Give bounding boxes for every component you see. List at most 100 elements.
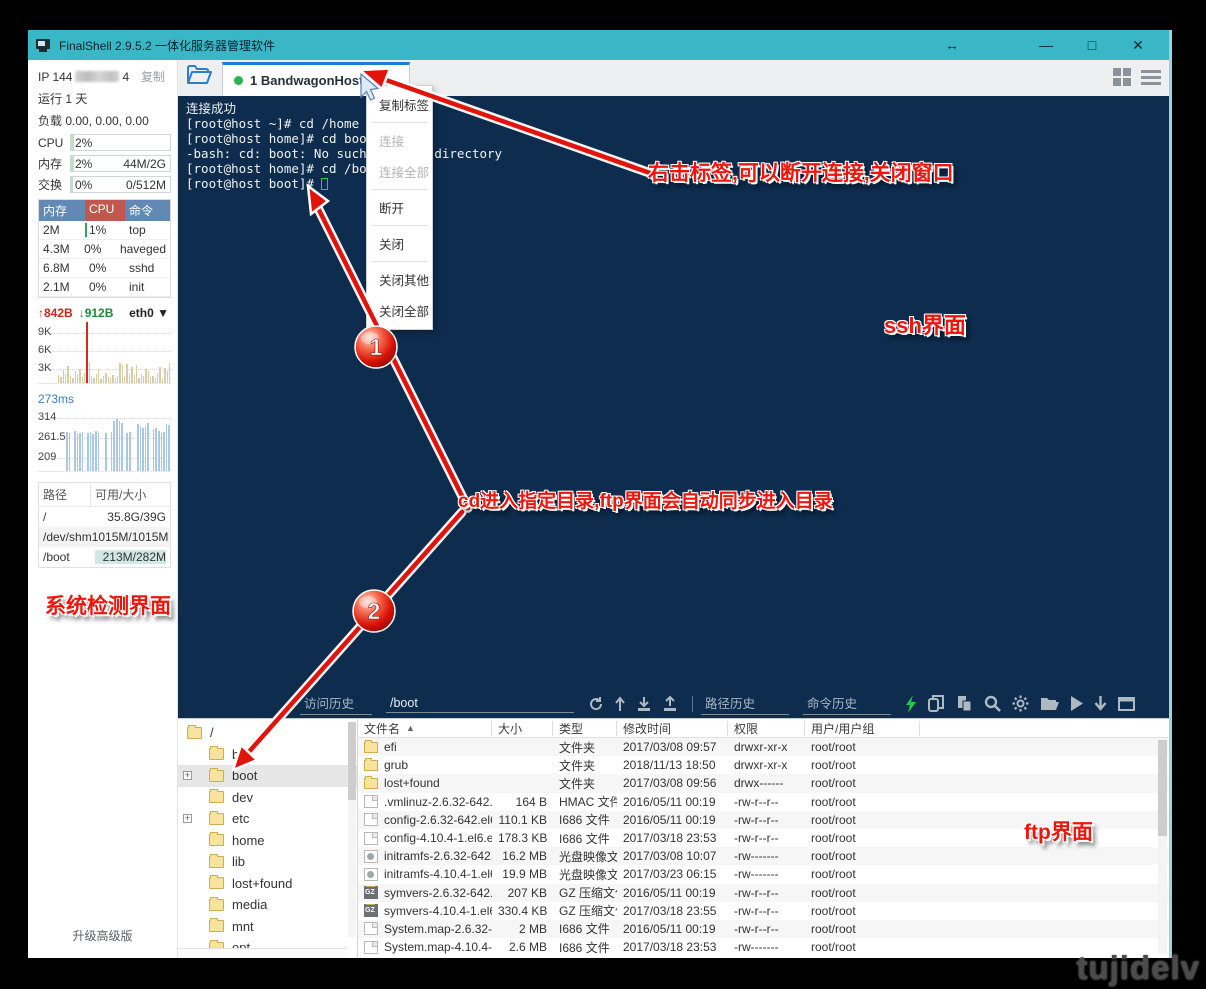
- upload-icon[interactable]: [662, 696, 678, 712]
- process-row: 6.8M 0% sshd: [39, 259, 170, 278]
- file-row[interactable]: lost+found 文件夹 2017/03/08 09:56 drwx----…: [358, 774, 1169, 792]
- tree-item-label: home: [232, 833, 265, 848]
- column-permissions[interactable]: 权限: [728, 721, 805, 736]
- memory-detail: 44M/2G: [123, 157, 166, 171]
- up-directory-icon[interactable]: [614, 696, 626, 712]
- file-row[interactable]: symvers-4.10.4-1.el6.... 330.4 KB GZ 压缩文…: [358, 902, 1169, 920]
- maximize-button[interactable]: □: [1069, 30, 1115, 60]
- tree-item-label: etc: [232, 811, 249, 826]
- file-row[interactable]: .vmlinuz-2.6.32-642.el... 164 B HMAC 文件 …: [358, 793, 1169, 811]
- proc-mem: 2M: [39, 221, 85, 239]
- command-history-dropdown[interactable]: 命令历史: [803, 692, 891, 715]
- tree-expander-icon[interactable]: +: [183, 771, 192, 780]
- file-row[interactable]: symvers-2.6.32-642.el... 207 KB GZ 压缩文件 …: [358, 884, 1169, 902]
- file-table-header: 文件名 ▲ 大小 类型 修改时间 权限 用户/用户组: [358, 719, 1169, 738]
- file-owner: root/root: [805, 813, 920, 827]
- ftp-toolbar: 访问历史 /boot 路径历史 命令历史: [178, 689, 1169, 718]
- column-filename[interactable]: 文件名 ▲: [358, 721, 492, 736]
- minimize-button[interactable]: —: [1023, 30, 1069, 60]
- net-upload-rate: ↑842B: [38, 306, 73, 320]
- file-name: efi: [384, 740, 397, 754]
- swap-percent: 0%: [75, 178, 92, 192]
- path-input[interactable]: /boot: [386, 695, 574, 713]
- download-icon[interactable]: [636, 696, 652, 712]
- terminal-output: 连接成功[root@host ~]# cd /home[root@host ho…: [186, 101, 502, 191]
- file-name: System.map-2.6.32-6...: [384, 922, 492, 936]
- column-type[interactable]: 类型: [553, 721, 617, 736]
- open-folder-icon[interactable]: [1040, 696, 1059, 711]
- ssh-terminal[interactable]: 连接成功[root@host ~]# cd /home[root@host ho…: [178, 96, 1169, 718]
- speed-bolt-icon[interactable]: [905, 695, 917, 713]
- note-system-monitor-area: 系统检测界面: [45, 590, 171, 620]
- proc-col-cpu[interactable]: CPU: [85, 200, 125, 221]
- file-type-icon: [364, 813, 378, 826]
- tree-item[interactable]: bin: [178, 744, 357, 766]
- close-button[interactable]: ✕: [1115, 30, 1161, 60]
- tree-item[interactable]: + boot: [178, 765, 357, 787]
- file-row[interactable]: grub 文件夹 2018/11/13 18:50 drwxr-xr-x roo…: [358, 756, 1169, 774]
- cpu-meter: 2%: [70, 134, 171, 151]
- tree-item[interactable]: /: [178, 722, 357, 744]
- context-menu-item[interactable]: 关闭其他: [367, 264, 432, 295]
- proc-col-command[interactable]: 命令: [125, 200, 170, 221]
- file-name: symvers-4.10.4-1.el6....: [384, 904, 492, 918]
- context-menu-item[interactable]: 断开: [367, 192, 432, 223]
- window-panel-icon[interactable]: [1118, 697, 1135, 711]
- net-interface-dropdown[interactable]: eth0 ▼: [129, 306, 171, 320]
- context-menu-item[interactable]: 关闭全部: [367, 295, 432, 326]
- open-connection-folder-icon[interactable]: [186, 64, 212, 90]
- file-name: .vmlinuz-2.6.32-642.el...: [384, 795, 492, 809]
- visit-history-dropdown[interactable]: 访问历史: [300, 692, 372, 715]
- tree-item[interactable]: + etc: [178, 808, 357, 830]
- tree-item[interactable]: lib: [178, 851, 357, 873]
- file-table-scrollbar[interactable]: [1158, 740, 1167, 954]
- folder-icon: [209, 770, 224, 782]
- file-date: 2017/03/18 23:53: [617, 940, 728, 954]
- file-type: 光盘映像文...: [553, 866, 617, 883]
- run-play-icon[interactable]: [1070, 696, 1083, 711]
- context-menu-item[interactable]: 复制标签: [367, 89, 432, 120]
- file-permissions: -rw-r--r--: [728, 886, 805, 900]
- tree-item[interactable]: home: [178, 830, 357, 852]
- upgrade-link[interactable]: 升级高级版: [28, 927, 177, 944]
- proc-col-memory[interactable]: 内存: [39, 200, 85, 221]
- file-type: I686 文件: [553, 811, 617, 828]
- file-row[interactable]: System.map-2.6.32-6... 2 MB I686 文件 2016…: [358, 920, 1169, 938]
- hamburger-menu-icon[interactable]: [1141, 70, 1161, 85]
- tree-scrollbar[interactable]: [348, 722, 356, 937]
- memory-meter: 2% 44M/2G: [70, 155, 171, 172]
- file-name: config-2.6.32-642.el6....: [384, 813, 492, 827]
- column-size[interactable]: 大小: [492, 721, 553, 736]
- file-row[interactable]: initramfs-4.10.4-1.el6.... 19.9 MB 光盘映像文…: [358, 865, 1169, 883]
- search-icon[interactable]: [984, 695, 1001, 712]
- copy-icon[interactable]: [928, 695, 945, 712]
- settings-gear-icon[interactable]: [1012, 695, 1029, 712]
- download-arrow-icon[interactable]: [1094, 696, 1107, 712]
- file-row[interactable]: System.map-4.10.4-1... 2.6 MB I686 文件 20…: [358, 938, 1169, 956]
- tree-item[interactable]: lost+found: [178, 873, 357, 895]
- column-modified[interactable]: 修改时间: [617, 721, 728, 736]
- file-owner: root/root: [805, 867, 920, 881]
- file-name: grub: [384, 758, 408, 772]
- file-permissions: -rw-------: [728, 849, 805, 863]
- file-type-icon: [364, 742, 378, 753]
- path-history-dropdown[interactable]: 路径历史: [701, 692, 789, 715]
- tree-expander-icon[interactable]: +: [183, 814, 192, 823]
- tree-item[interactable]: mnt: [178, 916, 357, 938]
- column-owner[interactable]: 用户/用户组: [805, 721, 920, 736]
- tree-item-label: lost+found: [232, 876, 292, 891]
- tree-item[interactable]: media: [178, 894, 357, 916]
- file-row[interactable]: efi 文件夹 2017/03/08 09:57 drwxr-xr-x root…: [358, 738, 1169, 756]
- tree-item[interactable]: dev: [178, 787, 357, 809]
- file-row[interactable]: initramfs-2.6.32-642.e... 16.2 MB 光盘映像文.…: [358, 847, 1169, 865]
- context-menu-item[interactable]: 连接: [367, 125, 432, 156]
- layout-grid-icon[interactable]: [1113, 68, 1132, 87]
- file-type: GZ 压缩文件: [553, 884, 617, 901]
- copy-ip-button[interactable]: 复制: [141, 68, 171, 85]
- context-menu-item[interactable]: 连接全部: [367, 156, 432, 187]
- watermark: tujidelv: [1076, 949, 1200, 987]
- refresh-icon[interactable]: [588, 696, 604, 712]
- tree-horizontal-scrollbar[interactable]: [178, 948, 347, 958]
- context-menu-item[interactable]: 关闭: [367, 228, 432, 259]
- paste-icon[interactable]: [956, 695, 973, 712]
